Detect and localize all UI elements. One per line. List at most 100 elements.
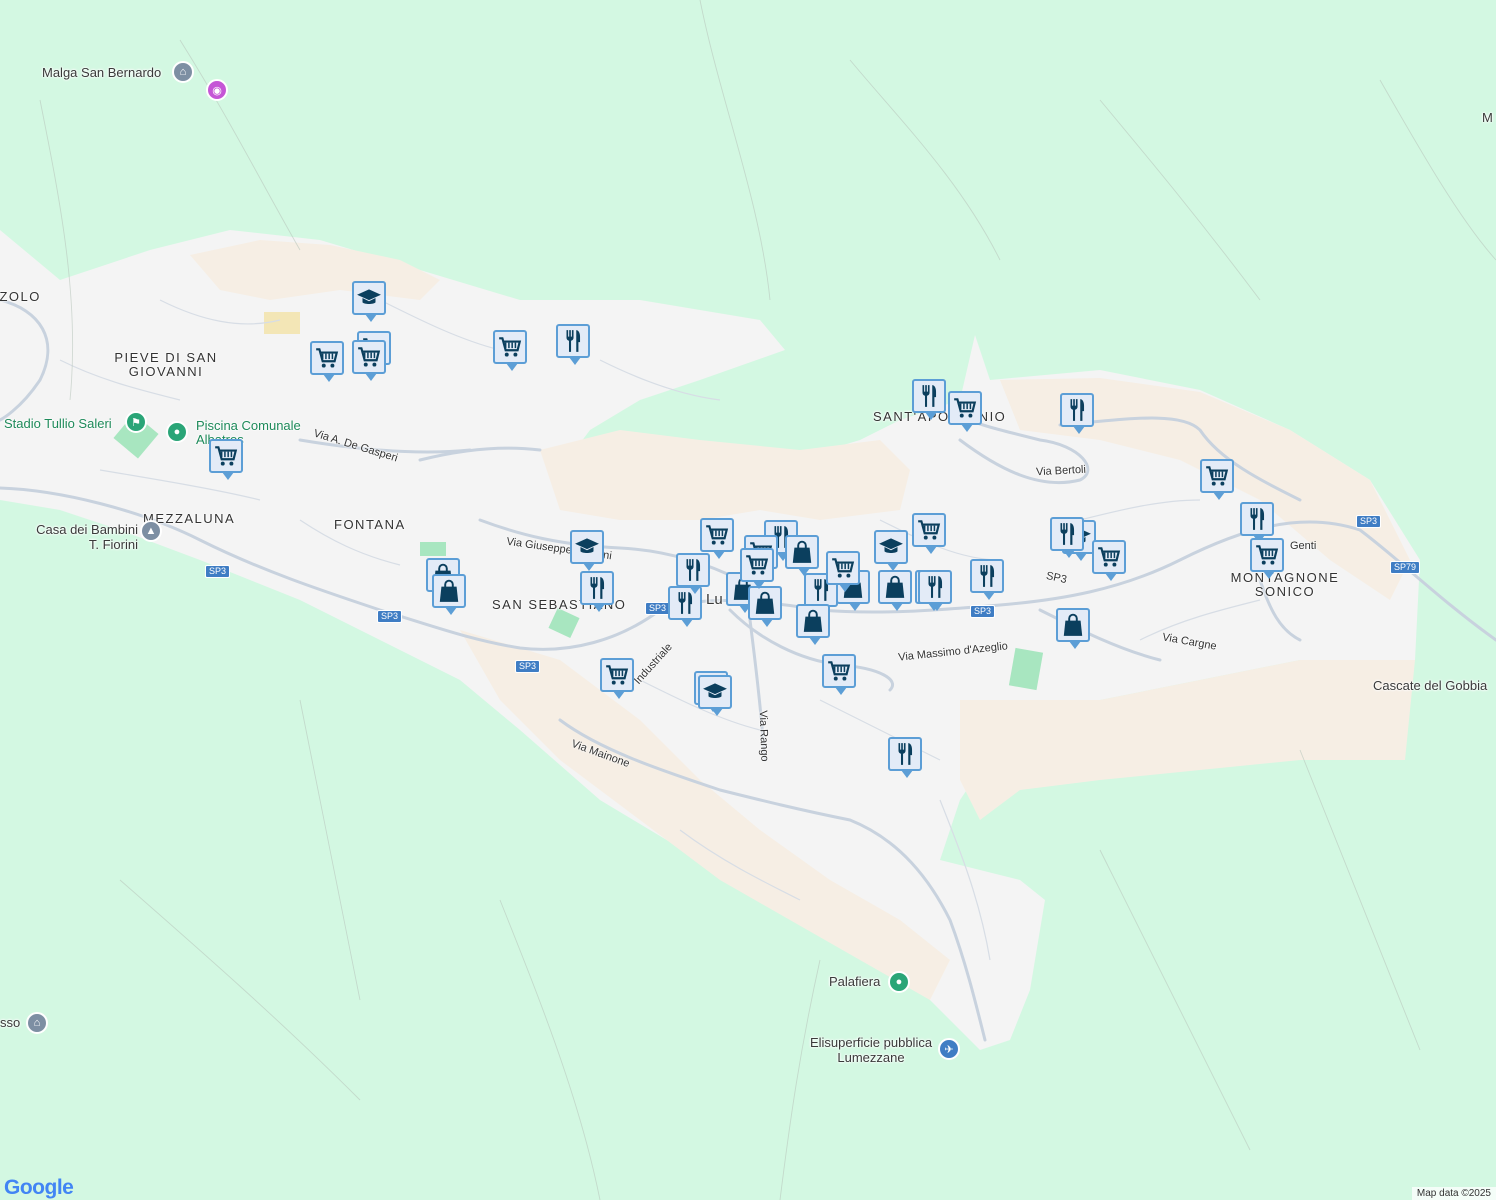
- fork-knife-icon: [1244, 506, 1270, 532]
- marker-restaurant[interactable]: [556, 324, 590, 365]
- marker-restaurant[interactable]: [1060, 393, 1094, 434]
- shopping-cart-icon: [356, 344, 382, 370]
- label-stadio-tullio-saleri: Stadio Tullio Saleri: [4, 416, 112, 431]
- school-icon: [574, 534, 600, 560]
- shopping-cart-icon: [604, 662, 630, 688]
- museum-icon[interactable]: ⌂: [26, 1012, 48, 1034]
- label-lumezzane: Lu: [706, 591, 723, 608]
- fork-knife-icon: [680, 557, 706, 583]
- fork-knife-icon: [1054, 521, 1080, 547]
- park-fontana: [420, 542, 446, 556]
- shopping-cart-icon: [826, 658, 852, 684]
- school-icon: [878, 534, 904, 560]
- map-data-attribution[interactable]: Map data ©2025: [1411, 1187, 1496, 1200]
- shopping-cart-icon: [704, 522, 730, 548]
- school-icon: [702, 679, 728, 705]
- shopping-cart-icon: [1254, 542, 1280, 568]
- marker-school[interactable]: [698, 675, 732, 716]
- venue-icon[interactable]: ●: [888, 971, 910, 993]
- street-genti: Genti: [1290, 540, 1317, 552]
- google-logo: Google: [4, 1176, 74, 1199]
- label-casa-dei-bambini: Casa dei Bambini T. Fiorini: [36, 522, 138, 552]
- marker-restaurant[interactable]: [1050, 517, 1084, 558]
- map-canvas[interactable]: Malga San Bernardo ⌂ ◉ ZZOLO PIEVE DI SA…: [0, 0, 1496, 1200]
- stadium-icon[interactable]: ⚑: [125, 411, 147, 433]
- route-shield: SP3: [205, 565, 231, 578]
- monument-icon[interactable]: ⌂: [172, 61, 194, 83]
- marker-restaurant[interactable]: [1240, 502, 1274, 543]
- pool-icon[interactable]: ●: [166, 421, 188, 443]
- fork-knife-icon: [584, 575, 610, 601]
- route-shield: SP3: [970, 605, 996, 618]
- school-poi-icon[interactable]: ▲: [140, 520, 162, 542]
- shopping-cart-icon: [213, 443, 239, 469]
- marker-school[interactable]: [570, 530, 604, 571]
- shopping-bag-icon: [789, 539, 815, 565]
- marker-grocery[interactable]: [1092, 540, 1126, 581]
- marker-shop[interactable]: [785, 535, 819, 576]
- shopping-cart-icon: [1204, 463, 1230, 489]
- marker-grocery[interactable]: [310, 341, 344, 382]
- shopping-cart-icon: [916, 517, 942, 543]
- shopping-cart-icon: [952, 395, 978, 421]
- marker-grocery[interactable]: [493, 330, 527, 371]
- route-shield: SP3: [645, 602, 671, 615]
- marker-shop[interactable]: [748, 586, 782, 627]
- shopping-bag-icon: [436, 578, 462, 604]
- label-pieve-di-san-giovanni: PIEVE DI SAN GIOVANNI: [114, 350, 218, 379]
- camera-icon[interactable]: ◉: [206, 79, 228, 101]
- marker-school[interactable]: [874, 530, 908, 571]
- marker-grocery[interactable]: [826, 551, 860, 592]
- marker-grocery[interactable]: [700, 518, 734, 559]
- street-via-rango: Via Rango: [756, 710, 771, 762]
- marker-restaurant[interactable]: [970, 559, 1004, 600]
- marker-shop[interactable]: [878, 570, 912, 611]
- marker-grocery[interactable]: [209, 439, 243, 480]
- shopping-cart-icon: [830, 555, 856, 581]
- marker-restaurant[interactable]: [580, 571, 614, 612]
- label-m: M: [1482, 110, 1493, 125]
- airport-icon[interactable]: ✈: [938, 1038, 960, 1060]
- fork-knife-icon: [922, 574, 948, 600]
- label-fontana: FONTANA: [334, 517, 406, 532]
- shopping-cart-icon: [1096, 544, 1122, 570]
- route-shield: SP3: [1356, 515, 1382, 528]
- shopping-cart-icon: [497, 334, 523, 360]
- scrub-area-central: [540, 430, 910, 520]
- marker-grocery[interactable]: [1250, 538, 1284, 579]
- route-shield: SP79: [1390, 561, 1421, 574]
- shopping-cart-icon: [744, 552, 770, 578]
- fork-knife-icon: [974, 563, 1000, 589]
- marker-grocery[interactable]: [352, 340, 386, 381]
- fork-knife-icon: [892, 741, 918, 767]
- marker-grocery[interactable]: [1200, 459, 1234, 500]
- shopping-cart-icon: [314, 345, 340, 371]
- marker-shop[interactable]: [796, 604, 830, 645]
- label-malga-san-bernardo: Malga San Bernardo: [42, 65, 162, 80]
- marker-grocery[interactable]: [740, 548, 774, 589]
- school-icon: [356, 285, 382, 311]
- park-north: [264, 312, 300, 334]
- scrub-area-north: [190, 240, 440, 300]
- marker-shop[interactable]: [432, 574, 466, 615]
- marker-school[interactable]: [352, 281, 386, 322]
- marker-restaurant[interactable]: [676, 553, 710, 594]
- marker-restaurant[interactable]: [918, 570, 952, 611]
- label-sso: sso: [0, 1015, 21, 1030]
- marker-shop[interactable]: [1056, 608, 1090, 649]
- shopping-bag-icon: [800, 608, 826, 634]
- shopping-bag-icon: [882, 574, 908, 600]
- marker-restaurant[interactable]: [888, 737, 922, 778]
- route-shield: SP3: [377, 610, 403, 623]
- marker-grocery[interactable]: [822, 654, 856, 695]
- fork-knife-icon: [1064, 397, 1090, 423]
- marker-grocery[interactable]: [912, 513, 946, 554]
- marker-restaurant[interactable]: [912, 379, 946, 420]
- marker-grocery[interactable]: [948, 391, 982, 432]
- fork-knife-icon: [916, 383, 942, 409]
- label-montagnone-sonico: MONTAGNONE SONICO: [1230, 570, 1340, 599]
- shopping-bag-icon: [1060, 612, 1086, 638]
- label-elisuperficie: Elisuperficie pubblica Lumezzane: [809, 1035, 933, 1065]
- shopping-bag-icon: [752, 590, 778, 616]
- marker-grocery[interactable]: [600, 658, 634, 699]
